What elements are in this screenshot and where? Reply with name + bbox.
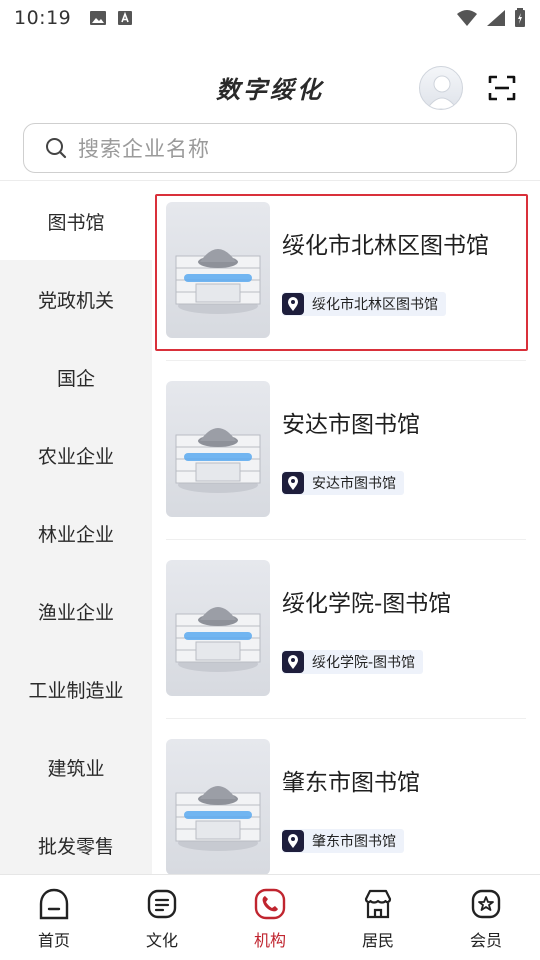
list-item[interactable]: 肇东市图书馆 肇东市图书馆 (152, 719, 540, 874)
bottom-nav: 首页 文化 机构 居民 会员 (0, 874, 540, 960)
library-building-image (166, 560, 270, 696)
list-item[interactable]: 绥化市北林区图书馆 绥化市北林区图书馆 (152, 182, 540, 360)
nav-resident[interactable]: 居民 (324, 875, 432, 960)
sidebar-item-library[interactable]: 图书馆 (0, 182, 152, 260)
location-tag: 安达市图书馆 (282, 471, 404, 495)
location-pin-icon (282, 651, 304, 673)
search-input[interactable]: 搜索企业名称 (23, 123, 517, 173)
app-header: 数字绥化 (0, 56, 540, 120)
list-item[interactable]: 安达市图书馆 安达市图书馆 (152, 361, 540, 539)
institution-list: 绥化市北林区图书馆 绥化市北林区图书馆 安达市图书馆 安达市图书馆 绥化学院-图… (152, 182, 540, 874)
status-time: 10:19 (14, 7, 72, 29)
library-building-icon (175, 607, 261, 672)
location-tag: 绥化学院-图书馆 (282, 650, 424, 674)
library-building-icon (175, 249, 261, 314)
library-building-icon (175, 786, 261, 851)
scan-icon (488, 75, 516, 101)
location-pin-icon (282, 293, 304, 315)
nav-member[interactable]: 会员 (432, 875, 540, 960)
avatar[interactable] (419, 66, 463, 110)
nav-home[interactable]: 首页 (0, 875, 108, 960)
nav-culture[interactable]: 文化 (108, 875, 216, 960)
user-avatar-icon (426, 75, 458, 109)
list-item[interactable]: 绥化学院-图书馆 绥化学院-图书馆 (152, 540, 540, 718)
location-tag-label: 肇东市图书馆 (312, 834, 396, 850)
institution-title: 绥化学院-图书馆 (282, 591, 452, 617)
search-placeholder: 搜索企业名称 (78, 137, 210, 161)
document-icon (147, 889, 177, 919)
location-tag-label: 安达市图书馆 (312, 476, 396, 492)
star-badge-icon (471, 889, 501, 919)
sidebar-item-construction[interactable]: 建筑业 (0, 728, 152, 806)
image-notification-icon (90, 11, 107, 25)
category-sidebar: 图书馆 党政机关 国企 农业企业 林业企业 渔业企业 工业制造业 建筑业 批发零… (0, 182, 152, 874)
sidebar-item-forestry[interactable]: 林业企业 (0, 494, 152, 572)
sidebar-item-government[interactable]: 党政机关 (0, 260, 152, 338)
location-tag-label: 绥化学院-图书馆 (312, 655, 416, 671)
location-tag: 绥化市北林区图书馆 (282, 292, 446, 316)
location-tag-label: 绥化市北林区图书馆 (312, 297, 438, 313)
phone-icon (254, 888, 286, 920)
status-bar: 10:19 (0, 0, 540, 36)
nav-institution-label: 机构 (253, 931, 286, 950)
signal-icon (487, 10, 505, 26)
home-face-icon (39, 888, 69, 920)
sidebar-item-retail[interactable]: 批发零售 (0, 806, 152, 884)
location-pin-icon (282, 472, 304, 494)
nav-resident-label: 居民 (361, 931, 394, 950)
sidebar-item-agriculture[interactable]: 农业企业 (0, 416, 152, 494)
library-building-icon (175, 428, 261, 493)
library-building-image (166, 202, 270, 338)
search-icon (46, 138, 67, 159)
library-building-image (166, 381, 270, 517)
nav-culture-label: 文化 (145, 931, 178, 950)
nav-institution[interactable]: 机构 (216, 875, 324, 960)
location-pin-icon (282, 830, 304, 852)
text-notification-icon (118, 11, 133, 25)
institution-title: 绥化市北林区图书馆 (282, 233, 489, 259)
sidebar-item-fishery[interactable]: 渔业企业 (0, 572, 152, 650)
sidebar-item-state-enterprise[interactable]: 国企 (0, 338, 152, 416)
sidebar-item-manufacturing[interactable]: 工业制造业 (0, 650, 152, 728)
divider (0, 180, 540, 181)
nav-member-label: 会员 (469, 931, 502, 950)
location-tag: 肇东市图书馆 (282, 829, 404, 853)
institution-title: 肇东市图书馆 (282, 770, 420, 796)
scan-button[interactable] (486, 72, 518, 104)
battery-icon (515, 8, 525, 27)
nav-home-label: 首页 (37, 931, 70, 950)
shop-icon (364, 889, 392, 919)
wifi-icon (457, 10, 477, 26)
library-building-image (166, 739, 270, 874)
institution-title: 安达市图书馆 (282, 412, 420, 438)
